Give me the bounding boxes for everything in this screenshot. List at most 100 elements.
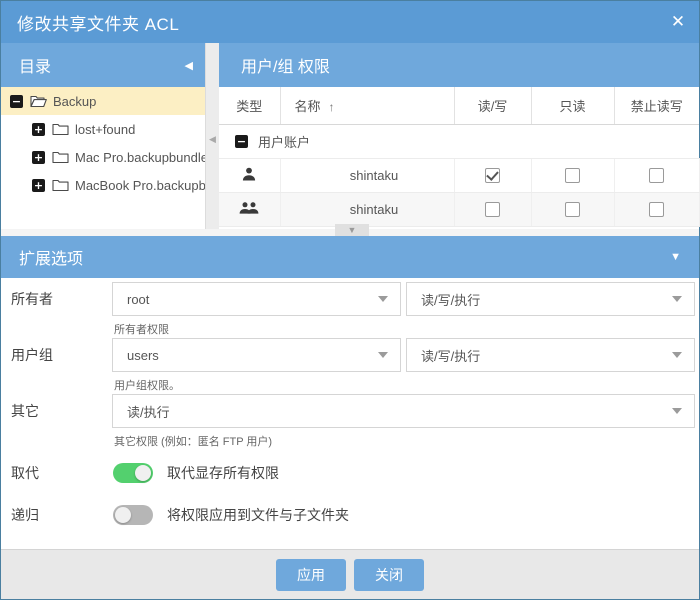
permissions-panel: 用户/组 权限 类型 名称 ↑ 读/写 只读 禁止读写 − 用户账户 shintaku… — [219, 43, 700, 236]
group-name-field: users 用户组权限。 — [112, 338, 401, 393]
folder-icon — [52, 122, 69, 136]
table-row[interactable]: shintaku — [219, 158, 700, 193]
permissions-table-body: − 用户账户 shintaku shintaku — [219, 124, 700, 227]
tree-item-label: MacBook Pro.backupbundle — [75, 177, 205, 193]
permissions-group-cell: − 用户账户 — [219, 124, 699, 159]
others-label: 其它 — [11, 403, 39, 419]
group-perm-value: 读/写/执行 — [421, 348, 481, 364]
dialog-titlebar: 修改共享文件夹 ACL ✕ — [1, 1, 699, 43]
column-header-read-write[interactable]: 读/写 — [454, 87, 532, 125]
splitter-left-arrow-icon[interactable]: ◀ — [209, 135, 216, 144]
permissions-group-label: 用户账户 — [258, 134, 311, 150]
permissions-panel-header: 用户/组 权限 — [219, 43, 699, 87]
expand-icon[interactable]: + — [32, 122, 45, 136]
tree-item-macbook-pro-backupbundle[interactable]: + MacBook Pro.backupbundle — [1, 171, 205, 199]
splitter-down-arrow-icon[interactable]: ▼ — [335, 224, 369, 236]
group-name-select[interactable]: users — [112, 338, 401, 372]
recursive-label: 递归 — [11, 507, 39, 523]
row-name-cell: shintaku — [280, 158, 455, 193]
column-header-type[interactable]: 类型 — [219, 87, 281, 125]
folder-icon — [30, 94, 47, 108]
others-perm-value: 读/执行 — [127, 404, 170, 420]
top-split-area: 目录 ◀ − Backup + lost+found + Mac Pro.backupbu… — [1, 43, 700, 236]
owner-name-select[interactable]: root — [112, 282, 401, 316]
collapse-left-icon[interactable]: ◀ — [185, 59, 193, 72]
directory-panel-header: 目录 ◀ — [1, 43, 205, 87]
expand-icon[interactable]: + — [32, 178, 45, 192]
row-read-only-cell — [531, 158, 615, 193]
group-hint: 用户组权限。 — [114, 380, 180, 392]
read-write-checkbox[interactable] — [485, 168, 500, 184]
tree-item-lost-found[interactable]: + lost+found — [1, 115, 205, 143]
column-header-name-label: 名称 — [294, 98, 321, 114]
toggle-knob — [135, 465, 151, 481]
owner-perm-select[interactable]: 读/写/执行 — [406, 282, 695, 316]
dialog-footer: 应用 关闭 — [1, 549, 699, 599]
apply-button[interactable]: 应用 — [276, 558, 346, 591]
replace-row: 取代 取代显存所有权限 — [1, 456, 699, 490]
collapse-icon[interactable]: − — [235, 134, 248, 148]
owner-perm-value: 读/写/执行 — [421, 292, 481, 308]
owner-perm-field: 读/写/执行 — [406, 282, 695, 316]
chevron-down-icon[interactable]: ▼ — [670, 251, 681, 263]
vertical-splitter[interactable]: ◀ — [206, 43, 219, 236]
tree-item-label: Mac Pro.backupbundle — [75, 149, 205, 165]
recursive-row: 递归 将权限应用到文件与子文件夹 — [1, 498, 699, 532]
owner-label: 所有者 — [11, 291, 53, 307]
tree-item-backup[interactable]: − Backup — [1, 87, 205, 115]
row-deny-cell — [614, 192, 700, 227]
folder-icon — [52, 150, 69, 164]
column-header-name[interactable]: 名称 ↑ — [280, 87, 455, 125]
permissions-table: 类型 名称 ↑ 读/写 只读 禁止读写 − 用户账户 shintaku shintaku — [219, 87, 700, 227]
permissions-group-row[interactable]: − 用户账户 — [219, 124, 699, 159]
deny-checkbox[interactable] — [649, 168, 664, 184]
row-type-cell — [219, 192, 281, 227]
tree-item-label: Backup — [53, 93, 97, 109]
extended-options-title: 扩展选项 — [19, 251, 84, 268]
replace-label: 取代 — [11, 465, 39, 481]
group-label: 用户组 — [11, 347, 53, 363]
others-perm-field: 读/执行 其它权限 (例如：匿名 FTP 用户) — [112, 394, 695, 449]
recursive-toggle[interactable] — [113, 505, 153, 525]
replace-toggle[interactable] — [113, 463, 153, 483]
group-name-value: users — [127, 347, 159, 363]
table-row[interactable]: shintaku — [219, 192, 700, 227]
others-hint: 其它权限 (例如：匿名 FTP 用户) — [114, 436, 273, 448]
collapse-icon[interactable]: − — [10, 94, 23, 108]
group-perm-field: 读/写/执行 — [406, 338, 695, 372]
column-header-deny[interactable]: 禁止读写 — [614, 87, 699, 125]
chevron-down-icon — [672, 408, 682, 414]
replace-toggle-text: 取代显存所有权限 — [167, 465, 279, 481]
read-only-checkbox[interactable] — [565, 202, 580, 218]
column-header-read-only[interactable]: 只读 — [531, 87, 615, 125]
chevron-down-icon — [378, 296, 388, 302]
group-row: 用户组 users 用户组权限。 读/写/执行 — [1, 338, 699, 393]
read-write-checkbox[interactable] — [485, 202, 500, 218]
extended-options-header[interactable]: 扩展选项 ▼ — [1, 236, 699, 278]
directory-tree: − Backup + lost+found + Mac Pro.backupbundle +… — [1, 87, 205, 199]
group-perm-select[interactable]: 读/写/执行 — [406, 338, 695, 372]
directory-panel-title: 目录 — [19, 59, 52, 76]
sort-ascending-icon: ↑ — [328, 99, 335, 114]
chevron-down-icon — [378, 352, 388, 358]
tree-item-label: lost+found — [75, 121, 136, 137]
row-deny-cell — [614, 158, 700, 193]
close-button[interactable]: 关闭 — [354, 558, 424, 591]
dialog-title: 修改共享文件夹 ACL — [17, 14, 180, 34]
read-only-checkbox[interactable] — [565, 168, 580, 184]
horizontal-splitter[interactable]: ▼ — [1, 224, 699, 236]
row-read-write-cell — [454, 192, 532, 227]
deny-checkbox[interactable] — [649, 202, 664, 218]
owner-hint: 所有者权限 — [114, 324, 169, 336]
others-perm-select[interactable]: 读/执行 — [112, 394, 695, 428]
close-icon[interactable]: ✕ — [657, 1, 699, 43]
permissions-panel-title: 用户/组 权限 — [241, 59, 330, 76]
chevron-down-icon — [672, 352, 682, 358]
row-type-cell — [219, 158, 281, 193]
tree-item-mac-pro-backupbundle[interactable]: + Mac Pro.backupbundle — [1, 143, 205, 171]
recursive-toggle-text: 将权限应用到文件与子文件夹 — [167, 507, 349, 523]
expand-icon[interactable]: + — [32, 150, 45, 164]
folder-icon — [52, 178, 69, 192]
acl-dialog: 修改共享文件夹 ACL ✕ 目录 ◀ − Backup + lost+found + Ma… — [0, 0, 700, 600]
owner-name-value: root — [127, 291, 150, 307]
